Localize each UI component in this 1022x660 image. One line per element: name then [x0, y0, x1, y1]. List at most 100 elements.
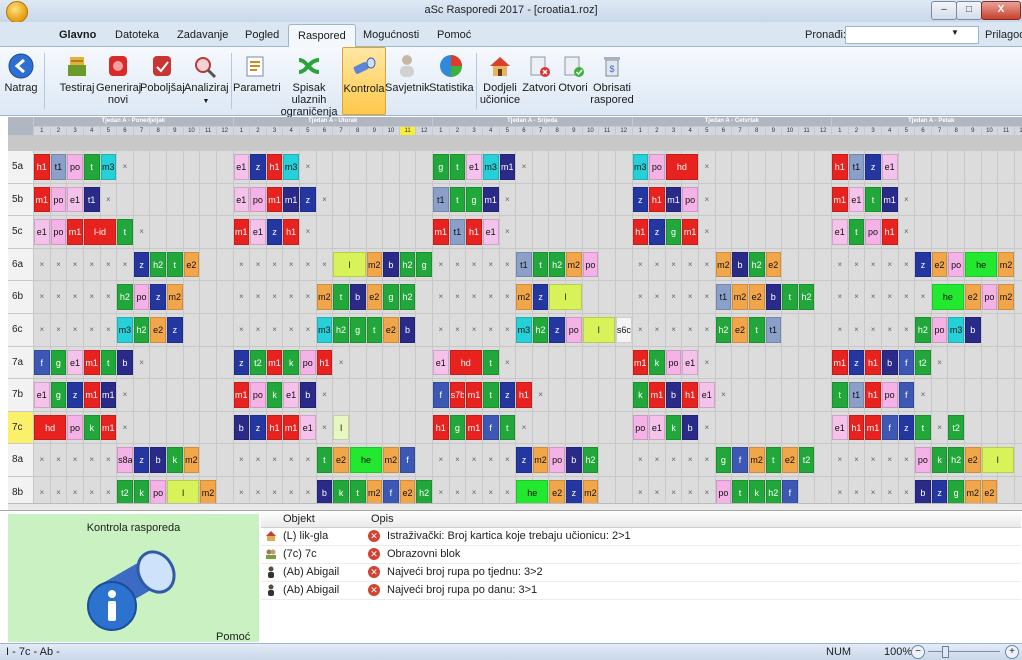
empty-slot[interactable] [349, 411, 366, 444]
lesson-card[interactable]: t1 [50, 154, 67, 180]
lesson-card[interactable]: e1 [233, 186, 250, 213]
empty-slot[interactable] [349, 346, 366, 379]
empty-slot[interactable] [549, 411, 565, 444]
empty-slot[interactable] [998, 411, 1014, 444]
lesson-card[interactable]: h1 [865, 349, 881, 376]
empty-slot[interactable] [200, 444, 216, 476]
empty-slot[interactable] [1014, 151, 1022, 183]
lesson-card[interactable]: e2 [732, 317, 748, 343]
lesson-card[interactable]: t [366, 317, 383, 343]
empty-slot[interactable] [599, 216, 615, 248]
lesson-card[interactable]: z [915, 251, 931, 278]
lesson-card[interactable]: m1 [832, 186, 848, 213]
lesson-card[interactable]: z [150, 284, 166, 310]
generate-new-button[interactable]: Generiraj novi [96, 47, 141, 113]
lesson-card[interactable]: h2 [133, 317, 150, 343]
empty-slot[interactable] [216, 477, 233, 503]
lesson-card[interactable]: m1 [67, 219, 83, 245]
lesson-card[interactable]: h1 [682, 382, 698, 408]
empty-slot[interactable] [399, 411, 416, 444]
lesson-card[interactable]: he [349, 447, 383, 473]
empty-slot[interactable] [732, 346, 748, 379]
lesson-card[interactable]: he [965, 251, 998, 278]
empty-slot[interactable] [566, 411, 582, 444]
empty-slot[interactable] [599, 281, 615, 313]
lesson-card[interactable]: e1 [34, 219, 50, 245]
lesson-card[interactable]: e2 [748, 284, 765, 310]
empty-slot[interactable] [366, 411, 383, 444]
lesson-card[interactable]: z [250, 414, 266, 441]
lesson-card[interactable]: t [83, 154, 100, 180]
empty-slot[interactable] [316, 151, 333, 183]
lesson-card[interactable]: e2 [965, 447, 981, 473]
lesson-card[interactable]: h2 [748, 251, 765, 278]
lesson-card[interactable]: h1 [316, 349, 333, 376]
lesson-card[interactable]: k [748, 480, 765, 503]
lesson-card[interactable]: t [765, 447, 782, 473]
empty-slot[interactable] [715, 183, 732, 216]
empty-slot[interactable] [732, 151, 748, 183]
empty-slot[interactable] [516, 346, 532, 379]
lesson-card[interactable]: e1 [34, 382, 50, 408]
lesson-card[interactable]: h2 [948, 447, 964, 473]
lesson-card[interactable]: po [881, 382, 898, 408]
lesson-card[interactable]: g [449, 414, 466, 441]
message-row[interactable]: (L) lik-gla ✕ Istraživački: Broj kartica… [261, 528, 1021, 546]
lesson-card[interactable]: h1 [632, 219, 649, 245]
lesson-card[interactable]: b [300, 382, 316, 408]
empty-slot[interactable] [532, 151, 549, 183]
class-row-label[interactable]: 5b [8, 183, 33, 216]
empty-slot[interactable] [200, 411, 216, 444]
empty-slot[interactable] [615, 477, 632, 503]
lesson-card[interactable]: z [499, 382, 516, 408]
lesson-card[interactable]: m3 [283, 154, 299, 180]
empty-slot[interactable] [765, 183, 782, 216]
empty-slot[interactable] [599, 379, 615, 411]
empty-slot[interactable] [615, 248, 632, 281]
lesson-card[interactable]: e2 [183, 251, 200, 278]
empty-slot[interactable] [615, 411, 632, 444]
empty-slot[interactable] [998, 379, 1014, 411]
empty-slot[interactable] [732, 216, 748, 248]
empty-slot[interactable] [150, 183, 166, 216]
lesson-card[interactable]: t [499, 414, 516, 441]
lesson-card[interactable]: g [665, 219, 682, 245]
empty-slot[interactable] [915, 216, 931, 248]
empty-slot[interactable] [798, 379, 815, 411]
empty-slot[interactable] [167, 411, 183, 444]
lesson-card[interactable]: m2 [965, 480, 981, 503]
empty-slot[interactable] [532, 216, 549, 248]
lesson-card[interactable]: m2 [998, 251, 1014, 278]
empty-slot[interactable] [150, 151, 166, 183]
lesson-card[interactable]: e1 [233, 154, 250, 180]
empty-slot[interactable] [366, 346, 383, 379]
empty-slot[interactable] [599, 346, 615, 379]
lesson-card[interactable]: z [865, 154, 881, 180]
lesson-card[interactable]: po [67, 414, 83, 441]
lesson-card[interactable]: m1 [865, 414, 881, 441]
lesson-card[interactable]: h1 [649, 186, 665, 213]
input-constraints-button[interactable]: Spisak ulaznih ograničenja [277, 47, 341, 118]
lesson-card[interactable]: z [532, 284, 549, 310]
lesson-card[interactable]: h2 [333, 317, 349, 343]
lesson-card[interactable]: m3 [316, 317, 333, 343]
empty-slot[interactable] [948, 183, 964, 216]
message-row[interactable]: (Ab) Abigail ✕ Najveći broj rupa po danu… [261, 582, 1021, 600]
lesson-card[interactable]: m1 [100, 382, 117, 408]
lesson-card[interactable]: h1 [848, 414, 865, 441]
lesson-card[interactable]: po [948, 251, 964, 278]
lesson-card[interactable]: m3 [100, 154, 117, 180]
timetable-grid[interactable]: Tjedan A - Ponedjeljak 1 2 3 4 5 6 7 8 9 10 11 12 Tje… [8, 117, 1022, 503]
lesson-card[interactable]: m3 [948, 317, 964, 343]
empty-slot[interactable] [333, 216, 349, 248]
lesson-card[interactable]: e2 [399, 480, 416, 503]
lesson-card[interactable]: m1 [83, 349, 100, 376]
empty-slot[interactable] [798, 183, 815, 216]
empty-slot[interactable] [782, 248, 798, 281]
empty-slot[interactable] [582, 281, 599, 313]
empty-slot[interactable] [399, 216, 416, 248]
lesson-card[interactable]: z [649, 219, 665, 245]
empty-slot[interactable] [782, 379, 798, 411]
empty-slot[interactable] [981, 379, 998, 411]
empty-slot[interactable] [416, 444, 432, 476]
